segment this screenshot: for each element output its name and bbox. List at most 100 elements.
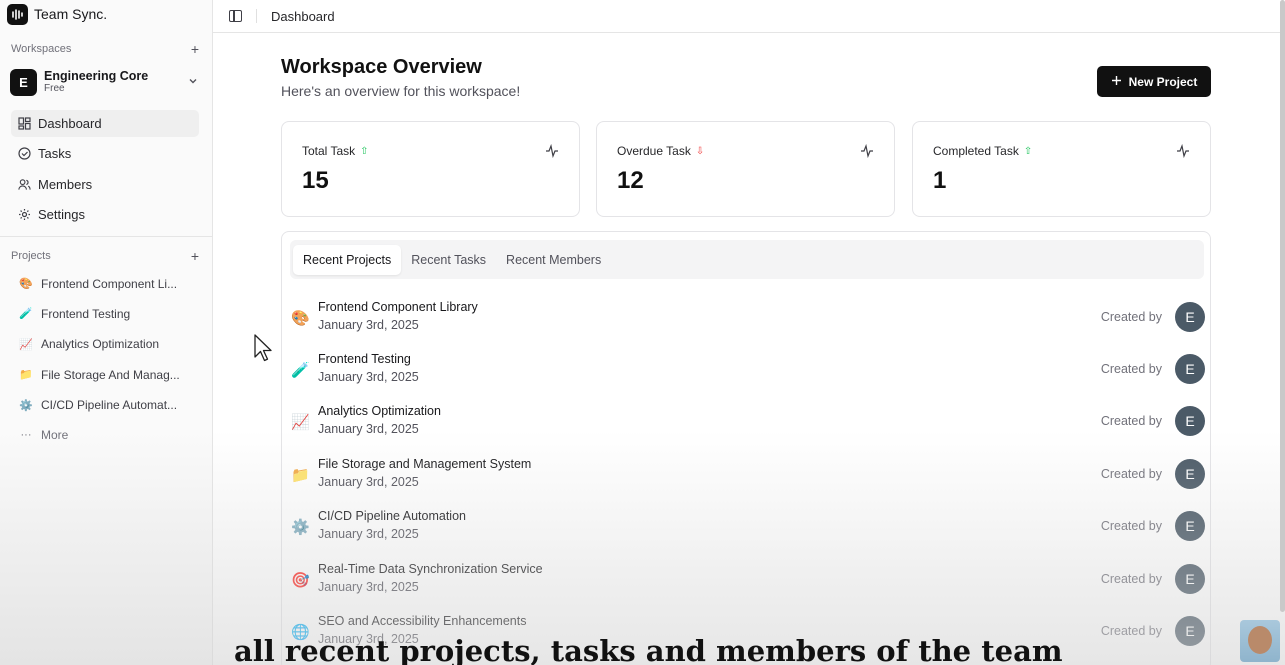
project-emoji-icon: 🎨 [291, 310, 310, 327]
activity-icon [861, 144, 873, 158]
workspaces-label: Workspaces [11, 43, 72, 55]
project-name: SEO and Accessibility Enhancements [318, 614, 527, 628]
sidebar-project-item[interactable]: 🧪 Frontend Testing [11, 300, 199, 327]
avatar: E [1175, 459, 1205, 489]
nav-item-settings[interactable]: Settings [11, 201, 199, 228]
stat-value: 1 [933, 167, 947, 194]
page-title: Workspace Overview [281, 56, 482, 78]
new-project-button[interactable]: New Project [1097, 66, 1211, 97]
projects-nav: 🎨 Frontend Component Li... 🧪 Frontend Te… [11, 270, 199, 452]
project-name: Frontend Component Library [318, 300, 478, 314]
chevron-down-icon [188, 75, 198, 89]
project-name: Real-Time Data Synchronization Service [318, 562, 543, 576]
stat-value: 12 [617, 167, 644, 194]
main-nav: Dashboard Tasks Members Settings [11, 110, 199, 232]
brand-name: Team Sync. [34, 6, 108, 22]
tab-recent-projects[interactable]: Recent Projects [293, 244, 402, 275]
project-date: January 3rd, 2025 [318, 475, 419, 489]
stat-label: Completed Task [933, 144, 1019, 158]
sidebar-project-item[interactable]: ⚙️ CI/CD Pipeline Automat... [11, 392, 199, 419]
project-emoji-icon: 📁 [19, 369, 33, 382]
more-horizontal-icon: ··· [20, 429, 32, 442]
gear-icon [18, 208, 31, 221]
project-emoji-icon: 📁 [291, 467, 310, 484]
projects-label: Projects [11, 250, 51, 262]
avatar: E [1175, 511, 1205, 541]
page-scrollbar[interactable] [1280, 0, 1285, 612]
sidebar-more-button[interactable]: ··· More [11, 422, 199, 449]
project-date: January 3rd, 2025 [318, 422, 419, 436]
topbar-divider [256, 9, 257, 23]
arrow-up-icon: ⇧ [1023, 145, 1033, 157]
avatar: E [1175, 564, 1205, 594]
tab-recent-members[interactable]: Recent Members [496, 245, 611, 275]
activity-icon [546, 144, 558, 158]
stat-label: Total Task [302, 144, 356, 158]
project-emoji-icon: 🧪 [19, 308, 33, 321]
plus-icon [1111, 75, 1122, 89]
created-by-label: Created by [1100, 414, 1162, 428]
recent-tabs-panel: Recent Projects Recent Tasks Recent Memb… [281, 231, 1211, 665]
sidebar-project-label: Analytics Optimization [41, 337, 160, 352]
brand[interactable]: Team Sync. [7, 3, 107, 25]
stat-card-total: Total Task ⇧ 15 [281, 121, 580, 217]
created-by-label: Created by [1100, 310, 1162, 324]
sidebar-toggle-icon[interactable] [229, 10, 242, 22]
avatar: E [1175, 616, 1205, 646]
add-workspace-icon[interactable]: + [188, 41, 202, 57]
sidebar-project-item[interactable]: 📁 File Storage And Manag... [11, 361, 199, 388]
webcam-overlay [1240, 620, 1280, 662]
tabs-bar: Recent Projects Recent Tasks Recent Memb… [290, 240, 1204, 279]
arrow-down-icon: ⇩ [695, 145, 705, 157]
presenter-face-icon [1248, 626, 1272, 654]
workspace-plan: Free [44, 83, 65, 94]
project-row[interactable]: 📈 Analytics Optimization January 3rd, 20… [282, 400, 1210, 452]
project-emoji-icon: 🧪 [291, 362, 310, 379]
sidebar-project-label: Frontend Component Li... [41, 276, 178, 291]
mouse-cursor-icon [254, 334, 272, 362]
avatar: E [1175, 354, 1205, 384]
nav-item-dashboard[interactable]: Dashboard [11, 110, 199, 137]
workspace-avatar: E [10, 68, 37, 96]
nav-item-members[interactable]: Members [11, 171, 199, 198]
nav-item-label: Settings [38, 207, 85, 223]
stat-value: 15 [302, 167, 329, 194]
brand-logo-icon [7, 3, 28, 25]
project-date: January 3rd, 2025 [318, 527, 419, 541]
project-row[interactable]: 🧪 Frontend Testing January 3rd, 2025 Cre… [282, 348, 1210, 400]
project-emoji-icon: 📈 [19, 338, 33, 351]
project-name: CI/CD Pipeline Automation [318, 509, 466, 523]
arrow-up-icon: ⇧ [360, 145, 369, 157]
project-emoji-icon: ⚙️ [291, 519, 310, 536]
project-row[interactable]: 🎯 Real-Time Data Synchronization Service… [282, 558, 1210, 610]
project-row[interactable]: ⚙️ CI/CD Pipeline Automation January 3rd… [282, 505, 1210, 557]
workspace-switcher[interactable]: E Engineering Core Free [10, 67, 202, 97]
sidebar-project-item[interactable]: 🎨 Frontend Component Li... [11, 270, 199, 297]
check-circle-icon [18, 147, 31, 160]
new-project-label: New Project [1128, 74, 1198, 89]
nav-item-label: Dashboard [38, 116, 102, 131]
avatar: E [1175, 302, 1205, 332]
project-date: January 3rd, 2025 [318, 370, 419, 384]
nav-item-tasks[interactable]: Tasks [11, 140, 199, 167]
sidebar-project-label: File Storage And Manag... [41, 367, 180, 382]
sidebar: Team Sync. Workspaces + E Engineering Co… [0, 0, 213, 665]
tab-recent-tasks[interactable]: Recent Tasks [401, 245, 496, 275]
more-label: More [41, 428, 69, 443]
add-project-icon[interactable]: + [188, 248, 202, 264]
project-name: Frontend Testing [318, 352, 411, 366]
workspace-name: Engineering Core [44, 69, 149, 83]
created-by-label: Created by [1100, 572, 1162, 586]
sidebar-project-label: CI/CD Pipeline Automat... [41, 398, 178, 413]
topbar: Dashboard [213, 0, 1285, 33]
page-subtitle: Here's an overview for this workspace! [281, 83, 521, 99]
stat-card-overdue: Overdue Task ⇩ 12 [596, 121, 895, 217]
project-row[interactable]: 📁 File Storage and Management System Jan… [282, 453, 1210, 505]
users-icon [18, 178, 31, 191]
project-name: Analytics Optimization [318, 404, 441, 418]
project-emoji-icon: 🎨 [19, 278, 33, 290]
project-row[interactable]: 🎨 Frontend Component Library January 3rd… [282, 296, 1210, 348]
stat-card-completed: Completed Task ⇧ 1 [912, 121, 1211, 217]
project-emoji-icon: 🎯 [291, 572, 310, 589]
sidebar-project-item[interactable]: 📈 Analytics Optimization [11, 331, 199, 358]
